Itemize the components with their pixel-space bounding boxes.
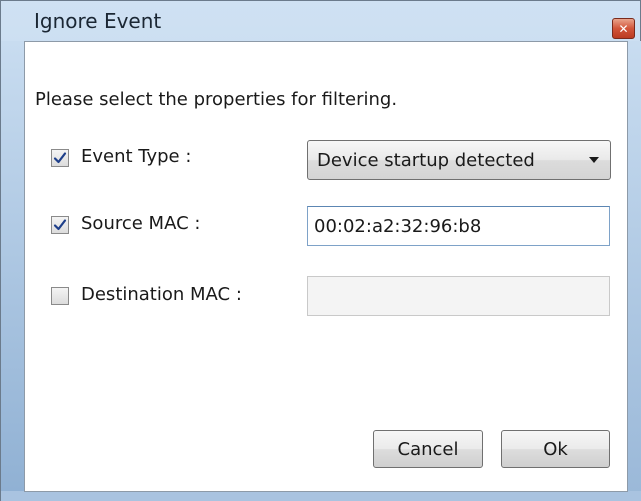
destination-mac-input[interactable] [307, 276, 610, 316]
close-icon: ✕ [618, 21, 629, 36]
destination-mac-label: Destination MAC : [81, 284, 242, 305]
checkmark-icon [53, 219, 67, 231]
source-mac-label: Source MAC : [81, 213, 201, 234]
title-bar[interactable]: Ignore Event ✕ [1, 1, 640, 41]
instruction-text: Please select the properties for filteri… [35, 89, 398, 110]
close-button[interactable]: ✕ [612, 18, 635, 39]
checkmark-icon [53, 152, 67, 164]
ok-button[interactable]: Ok [501, 430, 610, 468]
destination-mac-checkbox[interactable] [51, 287, 69, 305]
event-type-label: Event Type : [81, 146, 192, 167]
window-title: Ignore Event [34, 9, 162, 33]
dropdown-arrow-icon [589, 157, 599, 163]
event-type-dropdown[interactable]: Device startup detected [307, 140, 611, 180]
cancel-button[interactable]: Cancel [373, 430, 483, 468]
window-frame-left [1, 41, 24, 501]
dialog-window: Ignore Event ✕ Please select the propert… [0, 0, 641, 501]
source-mac-input[interactable] [307, 206, 610, 246]
event-type-checkbox[interactable] [51, 149, 69, 167]
source-mac-checkbox[interactable] [51, 216, 69, 234]
window-frame-bottom [1, 491, 641, 501]
event-type-selected-value: Device startup detected [317, 150, 535, 171]
window-frame-right [628, 41, 641, 501]
